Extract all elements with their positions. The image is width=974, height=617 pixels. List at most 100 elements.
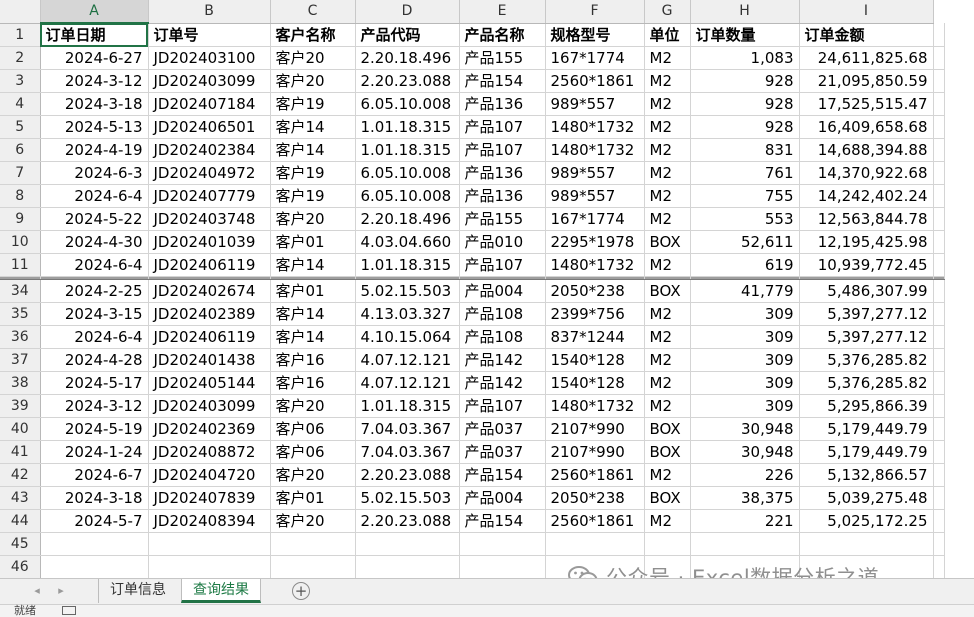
table-cell[interactable]: BOX <box>644 230 691 254</box>
table-cell[interactable]: 2107*990 <box>545 440 645 464</box>
table-cell[interactable]: 837*1244 <box>545 325 645 349</box>
table-cell[interactable]: 14,688,394.88 <box>799 138 934 162</box>
table-cell[interactable]: 1.01.18.315 <box>355 115 460 139</box>
table-cell[interactable]: 客户14 <box>270 138 356 162</box>
table-cell[interactable]: 1480*1732 <box>545 394 645 418</box>
table-cell[interactable]: 30,948 <box>690 440 800 464</box>
empty-cell[interactable] <box>933 440 945 464</box>
table-cell[interactable]: 14,242,402.24 <box>799 184 934 208</box>
table-cell[interactable]: 2024-6-3 <box>40 161 149 185</box>
table-cell[interactable]: JD202402389 <box>148 302 271 326</box>
table-cell[interactable]: 2024-3-12 <box>40 394 149 418</box>
table-cell[interactable]: 6.05.10.008 <box>355 184 460 208</box>
column-title-cell[interactable]: 产品名称 <box>459 23 546 47</box>
table-cell[interactable]: 2.20.23.088 <box>355 69 460 93</box>
table-cell[interactable]: 309 <box>690 348 800 372</box>
table-cell[interactable]: 客户16 <box>270 371 356 395</box>
table-cell[interactable]: 755 <box>690 184 800 208</box>
table-cell[interactable]: 产品004 <box>459 486 546 510</box>
table-cell[interactable]: 5,376,285.82 <box>799 371 934 395</box>
table-cell[interactable]: 17,525,515.47 <box>799 92 934 116</box>
empty-cell[interactable] <box>545 532 645 556</box>
empty-cell[interactable] <box>933 69 945 93</box>
column-header-d[interactable]: D <box>355 0 460 24</box>
table-cell[interactable]: 2399*756 <box>545 302 645 326</box>
table-cell[interactable]: JD202407184 <box>148 92 271 116</box>
empty-cell[interactable] <box>933 302 945 326</box>
empty-cell[interactable] <box>933 555 945 578</box>
table-cell[interactable]: 226 <box>690 463 800 487</box>
table-cell[interactable]: 16,409,658.68 <box>799 115 934 139</box>
row-header[interactable]: 45 <box>0 532 41 556</box>
row-header[interactable]: 38 <box>0 371 41 395</box>
table-cell[interactable]: M2 <box>644 302 691 326</box>
table-cell[interactable]: 2024-1-24 <box>40 440 149 464</box>
table-cell[interactable]: 2024-3-18 <box>40 92 149 116</box>
table-cell[interactable]: M2 <box>644 207 691 231</box>
empty-cell[interactable] <box>459 532 546 556</box>
row-header[interactable]: 10 <box>0 230 41 254</box>
empty-cell[interactable] <box>933 207 945 231</box>
table-cell[interactable]: 2295*1978 <box>545 230 645 254</box>
empty-cell[interactable] <box>933 115 945 139</box>
table-cell[interactable]: 5,179,449.79 <box>799 417 934 441</box>
table-cell[interactable]: 产品004 <box>459 279 546 303</box>
table-cell[interactable]: 客户14 <box>270 253 356 277</box>
empty-cell[interactable] <box>933 532 945 556</box>
empty-cell[interactable] <box>270 555 356 578</box>
column-header-i[interactable]: I <box>799 0 934 24</box>
column-title-cell[interactable]: 订单号 <box>148 23 271 47</box>
table-cell[interactable]: JD202406119 <box>148 253 271 277</box>
empty-cell[interactable] <box>933 325 945 349</box>
table-cell[interactable]: 4.07.12.121 <box>355 348 460 372</box>
empty-cell[interactable] <box>933 161 945 185</box>
column-header-b[interactable]: B <box>148 0 271 24</box>
table-cell[interactable]: 产品107 <box>459 138 546 162</box>
column-title-cell[interactable]: 订单日期 <box>40 23 149 47</box>
table-cell[interactable]: JD202408394 <box>148 509 271 533</box>
table-cell[interactable]: 2024-5-19 <box>40 417 149 441</box>
table-cell[interactable]: JD202403100 <box>148 46 271 70</box>
table-cell[interactable]: M2 <box>644 348 691 372</box>
table-cell[interactable]: M2 <box>644 92 691 116</box>
table-cell[interactable]: 客户01 <box>270 279 356 303</box>
column-title-cell[interactable]: 订单金额 <box>799 23 934 47</box>
table-cell[interactable]: 167*1774 <box>545 46 645 70</box>
table-cell[interactable]: 2560*1861 <box>545 463 645 487</box>
table-cell[interactable]: 41,779 <box>690 279 800 303</box>
table-cell[interactable]: 2024-3-15 <box>40 302 149 326</box>
empty-cell[interactable] <box>459 555 546 578</box>
table-cell[interactable]: M2 <box>644 509 691 533</box>
table-cell[interactable]: 2024-6-7 <box>40 463 149 487</box>
table-cell[interactable]: 6.05.10.008 <box>355 161 460 185</box>
row-header[interactable]: 44 <box>0 509 41 533</box>
column-title-cell[interactable]: 规格型号 <box>545 23 645 47</box>
table-cell[interactable]: 1480*1732 <box>545 138 645 162</box>
table-cell[interactable]: 产品136 <box>459 92 546 116</box>
row-header[interactable]: 5 <box>0 115 41 139</box>
table-cell[interactable]: 产品107 <box>459 115 546 139</box>
table-cell[interactable]: 309 <box>690 302 800 326</box>
table-cell[interactable]: 5.02.15.503 <box>355 279 460 303</box>
table-cell[interactable]: 928 <box>690 92 800 116</box>
column-header-g[interactable]: G <box>644 0 691 24</box>
table-cell[interactable]: 1480*1732 <box>545 115 645 139</box>
table-cell[interactable]: JD202402384 <box>148 138 271 162</box>
table-cell[interactable]: 928 <box>690 69 800 93</box>
table-cell[interactable]: 客户20 <box>270 394 356 418</box>
table-cell[interactable]: 客户20 <box>270 46 356 70</box>
table-cell[interactable]: 2024-5-13 <box>40 115 149 139</box>
table-cell[interactable]: 客户16 <box>270 348 356 372</box>
table-cell[interactable]: JD202408872 <box>148 440 271 464</box>
row-header[interactable]: 9 <box>0 207 41 231</box>
table-cell[interactable]: 38,375 <box>690 486 800 510</box>
table-cell[interactable]: 产品142 <box>459 371 546 395</box>
table-cell[interactable]: M2 <box>644 138 691 162</box>
table-cell[interactable]: 客户01 <box>270 230 356 254</box>
table-cell[interactable]: 2024-6-4 <box>40 184 149 208</box>
empty-cell[interactable] <box>933 348 945 372</box>
table-cell[interactable]: 5,132,866.57 <box>799 463 934 487</box>
row-header[interactable]: 35 <box>0 302 41 326</box>
table-cell[interactable]: 客户19 <box>270 161 356 185</box>
sheet-tab-query-result[interactable]: 查询结果 <box>181 579 261 603</box>
